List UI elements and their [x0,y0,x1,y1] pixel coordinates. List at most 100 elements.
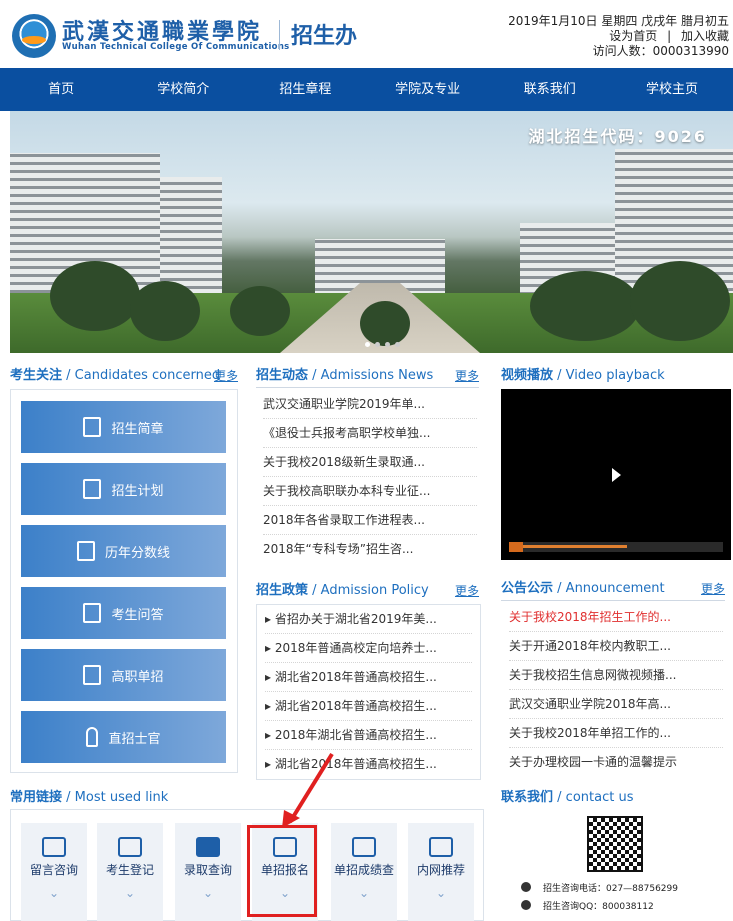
video-progress[interactable] [509,545,627,548]
carousel-dot[interactable] [375,342,380,347]
contact-title-en: contact us [565,790,634,805]
tree [630,261,730,341]
policy-item-text: 2018年普通高校定向培养士... [274,641,437,655]
nav-home[interactable]: 首页 [0,68,122,111]
brochure-label: 招生简章 [111,421,164,437]
news-more-link[interactable]: 更多 [455,366,479,386]
edit-icon [118,837,142,857]
play-icon[interactable] [612,468,621,482]
policy-item-text: 湖北省2018年普通高校招生... [274,670,437,684]
carousel-dot[interactable] [365,342,370,347]
news-title-en: Admissions News [320,368,434,383]
link-intranet-label: 内网推荐 [416,863,465,877]
video-controls[interactable] [509,542,723,552]
policy-title-cn: 招生政策 [256,583,309,598]
score-history-button[interactable]: 历年分数线 [21,525,226,577]
candidates-title-en: Candidates concerned [74,368,221,383]
news-list: 武汉交通职业学院2019年单... 《退役士兵报考高职学校单独... 关于我校2… [263,390,477,564]
nav-contact[interactable]: 联系我们 [489,68,611,111]
link-register[interactable]: 考生登记 ⌄ [97,823,163,921]
chevron-down-icon: ⌄ [202,886,214,900]
news-item[interactable]: 关于我校高职联办本科专业征... [263,477,477,506]
carousel-dot[interactable] [385,342,390,347]
add-favorite-link[interactable]: 加入收藏 [681,29,729,43]
set-homepage-link[interactable]: 设为首页 [609,29,657,43]
policy-item[interactable]: ▸ 省招办关于湖北省2019年美... [265,605,472,634]
campus-banner[interactable]: 湖北招生代码：9026 [10,111,733,353]
link-message[interactable]: 留言咨询 ⌄ [21,823,87,921]
announce-item[interactable]: 武汉交通职业学院2018年高... [509,690,723,719]
faq-button[interactable]: 考生问答 [21,587,226,639]
link-single-score-label: 单招成绩查 [333,863,394,877]
nav-charter[interactable]: 招生章程 [244,68,366,111]
sergeant-label: 直招士官 [108,731,161,747]
announce-item[interactable]: 关于我校招生信息网微视频播... [509,661,723,690]
video-title-cn: 视频播放 [501,368,554,383]
announce-list: 关于我校2018年招生工作的... 关于开通2018年校内教职工... 关于我校… [509,603,723,777]
news-item[interactable]: 2018年各省录取工作进程表... [263,506,477,535]
plan-button[interactable]: 招生计划 [21,463,226,515]
policy-item[interactable]: ▸ 湖北省2018年普通高校招生... [265,692,472,721]
link-single-score[interactable]: 单招成绩查 ⌄ [331,823,397,921]
video-title: 视频播放 / Video playback [501,368,665,383]
tree [50,261,140,331]
news-item[interactable]: 2018年“专科专场”招生咨... [263,535,477,564]
annotation-highlight-box [247,825,317,917]
enrollment-code: 湖北招生代码：9026 [528,127,707,146]
link-register-label: 考生登记 [105,863,154,877]
video-player[interactable] [501,389,731,560]
announce-item[interactable]: 关于办理校园一卡通的温馨提示 [509,748,723,777]
announce-more-link[interactable]: 更多 [701,579,725,599]
tree [230,286,290,336]
nav-majors[interactable]: 学院及专业 [367,68,489,111]
site-header: 武漢交通職業學院 Wuhan Technical College Of Comm… [0,0,733,68]
news-item[interactable]: 《退役士兵报考高职学校单独... [263,419,477,448]
announce-item[interactable]: 关于开通2018年校内教职工... [509,632,723,661]
single-enroll-label: 高职单招 [111,669,164,685]
news-item[interactable]: 关于我校2018级新生录取通... [263,448,477,477]
policy-item[interactable]: ▸ 湖北省2018年普通高校招生... [265,663,472,692]
brochure-button[interactable]: 招生简章 [21,401,226,453]
news-item[interactable]: 武汉交通职业学院2019年单... [263,390,477,419]
top-info: 2019年1月10日 星期四 戊戌年 腊月初五 设为首页 | 加入收藏 访问人数… [508,14,729,59]
announce-item[interactable]: 关于我校2018年单招工作的... [509,719,723,748]
policy-item[interactable]: ▸ 2018年普通高校定向培养士... [265,634,472,663]
link-admission-query-label: 录取查询 [183,863,232,877]
chevron-down-icon: ⌄ [358,886,370,900]
logo-text-en[interactable]: Wuhan Technical College Of Communication… [62,42,290,52]
policy-item-text: 湖北省2018年普通高校招生... [274,699,437,713]
link-admission-query[interactable]: 录取查询 ⌄ [175,823,241,921]
main-nav: 首页 学校简介 招生章程 学院及专业 联系我们 学校主页 [0,68,733,111]
links-title: 常用链接 / Most used link [10,790,169,805]
envelope-icon [196,837,220,857]
play-pause-icon[interactable] [509,542,523,552]
policy-more-link[interactable]: 更多 [455,581,479,601]
candidates-more-link[interactable]: 更多 [214,366,238,386]
announce-item[interactable]: 关于我校2018年招生工作的... [509,603,723,632]
college-emblem-icon[interactable] [12,14,56,58]
nav-about[interactable]: 学校简介 [122,68,244,111]
carousel-dots [365,342,400,347]
policy-item[interactable]: ▸ 2018年湖北省普通高校招生... [265,721,472,750]
bar-chart-icon [76,541,95,561]
single-enroll-button[interactable]: 高职单招 [21,649,226,701]
sergeant-button[interactable]: 直招士官 [21,711,226,763]
contact-title-cn: 联系我们 [501,790,554,805]
certificate-icon [83,665,102,685]
contact-qq: 招生咨询QQ：800038112 [543,902,654,912]
tree [360,301,410,346]
logo-divider [279,20,280,50]
person-icon [86,727,99,747]
phone-icon [521,882,531,892]
chevron-down-icon: ⌄ [48,886,60,900]
visitor-counter: 访问人数：0000313990 [592,44,729,58]
contact-phone: 招生咨询电话：027—88756299 [543,884,678,894]
carousel-dot[interactable] [395,342,400,347]
document-icon [83,417,102,437]
current-date: 2019年1月10日 星期四 戊戌年 腊月初五 [508,14,729,28]
links-title-cn: 常用链接 [10,790,63,805]
chat-icon [42,837,66,857]
plan-label: 招生计划 [111,483,164,499]
link-intranet[interactable]: 内网推荐 ⌄ [408,823,474,921]
nav-school-home[interactable]: 学校主页 [611,68,733,111]
